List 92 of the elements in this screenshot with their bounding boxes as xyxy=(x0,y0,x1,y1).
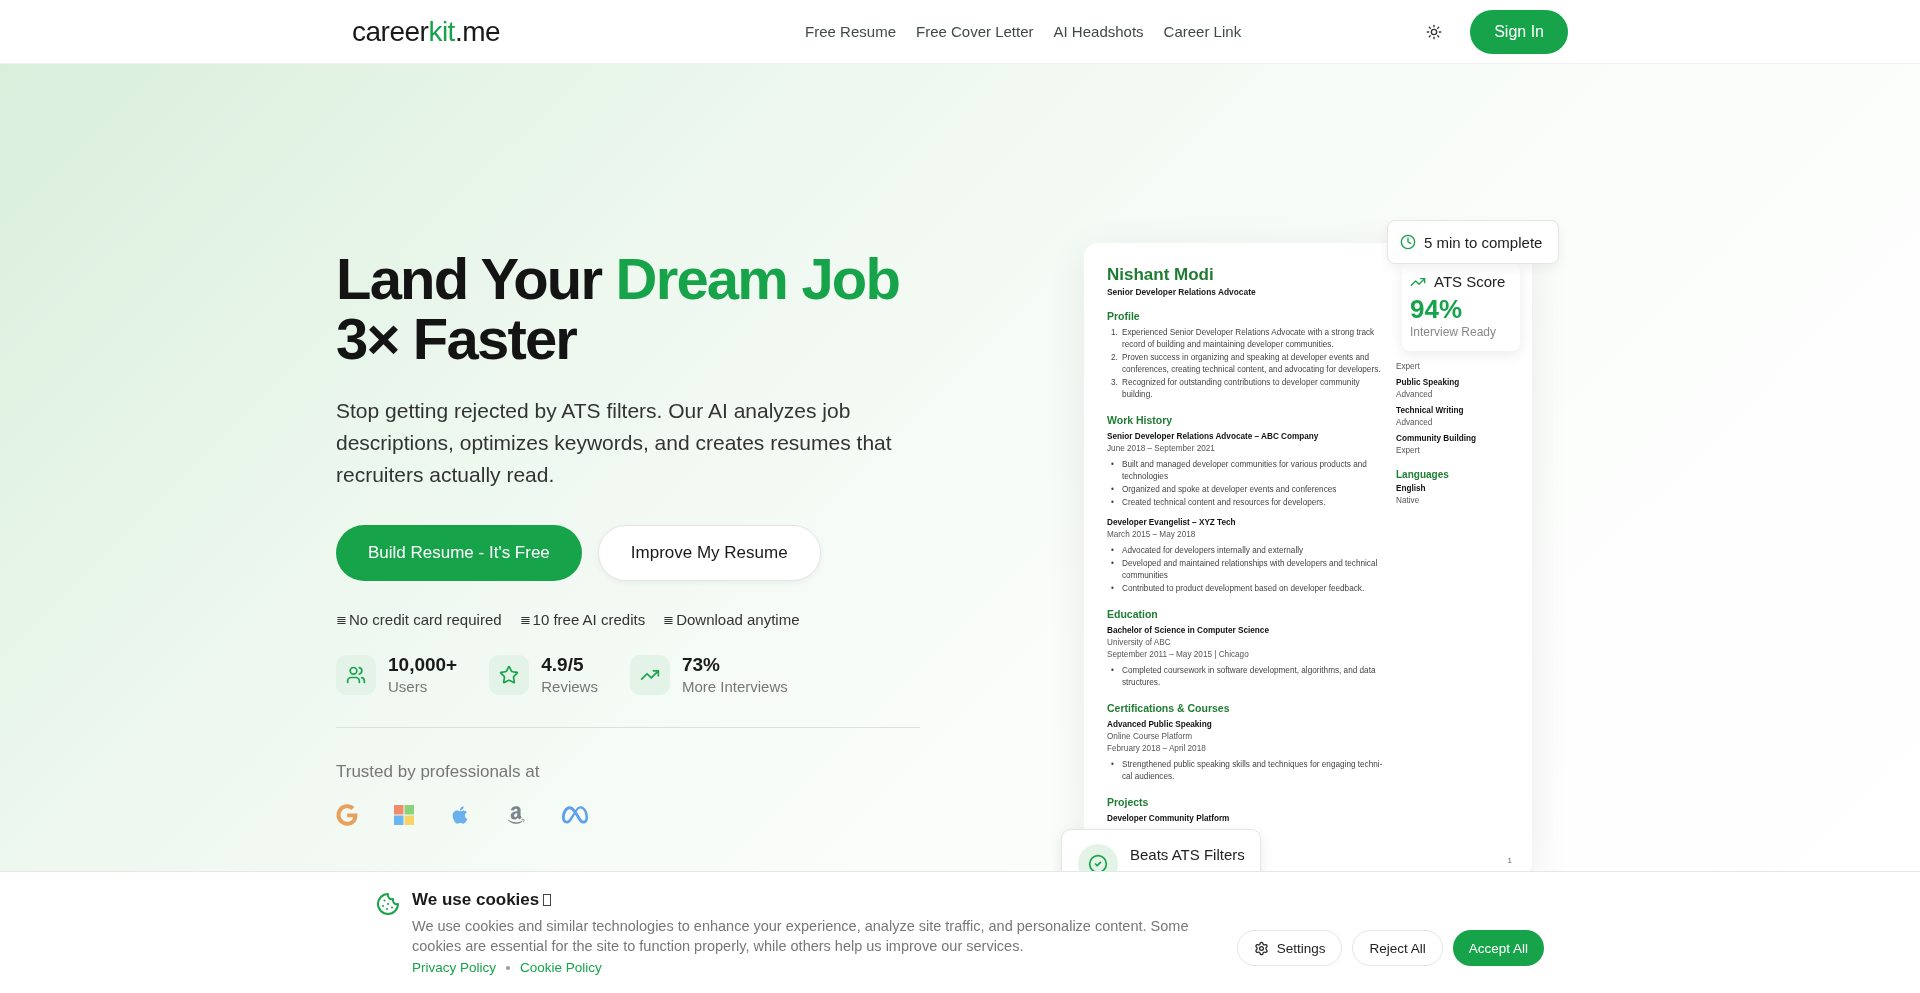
list-glyph: ≣ xyxy=(519,612,531,627)
resume-entry-detail: February 2018 – April 2018 xyxy=(1107,743,1207,755)
users-icon xyxy=(346,664,366,685)
resume-entry-title: Developer Evangelist – XYZ Tech xyxy=(1107,517,1237,529)
resume-entry-detail: September 2011 – May 2015 | Chicago xyxy=(1107,649,1250,661)
time-badge-text: 5 min to complete xyxy=(1424,233,1543,251)
list-number: 3. xyxy=(1111,377,1119,389)
hero-title: Land Your Dream Job 3× Faster xyxy=(336,249,901,369)
ats-score-label: ATS Score xyxy=(1434,273,1506,290)
resume-skill-level: Expert xyxy=(1396,361,1421,373)
resume-skill-name: Technical Writing xyxy=(1396,405,1465,417)
resume-list-item: Experienced Senior Developer Relations Advocate with a strong track record of building and maintaining developer communities. xyxy=(1122,327,1376,351)
perk-text: No credit card required xyxy=(349,611,502,628)
stat-value: 4.9/5 xyxy=(541,654,585,676)
resume-section-heading: Projects xyxy=(1107,796,1150,808)
resume-bullet: Built and managed developer communities for various products and technologies xyxy=(1122,459,1368,483)
stat-label: Reviews xyxy=(541,678,598,695)
resume-section-heading: Work History xyxy=(1107,414,1174,426)
cookie-title: We use cookies xyxy=(412,890,540,910)
list-glyph: ≣ xyxy=(336,612,347,627)
bullet-glyph: • xyxy=(1111,558,1115,570)
resume-entry-detail: University of ABC xyxy=(1107,637,1172,649)
bullet-glyph: • xyxy=(1111,759,1115,771)
resume-skill-level: Native xyxy=(1396,495,1421,507)
resume-skill-name: Community Building xyxy=(1396,433,1478,445)
missing-glyph-icon xyxy=(543,894,552,906)
perk-text: 10 free AI credits xyxy=(532,611,646,628)
nav-link[interactable]: AI Headshots xyxy=(1053,23,1144,40)
page-number: 1 xyxy=(1507,856,1512,865)
resume-bullet: Organized and spoke at developer events and conferences xyxy=(1122,484,1338,496)
bullet-glyph: • xyxy=(1111,497,1115,509)
resume-section-heading: Education xyxy=(1107,608,1159,620)
cookie-text: We use cookies and similar technologies to enhance your experience, analyze site traffic, and personalize content. Some cookies are essential for the site to function properly, while others help us improve our services. xyxy=(412,917,1190,956)
apple-logo-icon xyxy=(450,805,470,825)
resume-skill-level: Advanced xyxy=(1396,389,1434,401)
resume-entry-detail: March 2015 – May 2018 xyxy=(1107,529,1197,541)
stat-value: 73% xyxy=(681,654,721,676)
resume-entry-title: Bachelor of Science in Computer Science xyxy=(1107,625,1270,637)
resume-bullet: Completed coursework in software development, algorithms, and data structures. xyxy=(1122,665,1377,689)
nav-link[interactable]: Free Cover Letter xyxy=(916,23,1034,40)
ats-score-value: 94% xyxy=(1410,294,1464,325)
google-logo-icon xyxy=(336,804,358,826)
stat-label: More Interviews xyxy=(681,678,788,695)
resume-skill-level: Advanced xyxy=(1396,417,1434,429)
clock-icon xyxy=(1400,234,1416,250)
nav-link[interactable]: Career Link xyxy=(1163,23,1242,40)
resume-section-heading: Certifications & Courses xyxy=(1107,702,1231,714)
reject-all-button[interactable]: Reject All xyxy=(1352,930,1443,966)
stat-value: 10,000+ xyxy=(388,654,458,676)
resume-entry-detail: Online Course Platform xyxy=(1107,731,1194,743)
resume-list-item: Recognized for outstanding contributions to developer community building. xyxy=(1122,377,1361,401)
hero-subtitle: Stop getting rejected by ATS filters. Our AI analyzes job descriptions, optimizes keywords, and creates resumes that recruiters actually read. xyxy=(336,398,893,488)
ats-score-caption: Interview Ready xyxy=(1410,325,1498,339)
resume-bullet: Developed and maintained relationships with developers and technical communities xyxy=(1122,558,1379,582)
resume-entry-title: Senior Developer Relations Advocate – ABC Company xyxy=(1107,431,1320,443)
resume-section-heading: Profile xyxy=(1107,310,1141,322)
list-number: 2. xyxy=(1111,352,1119,364)
resume-skill-name: Public Speaking xyxy=(1396,377,1461,389)
resume-entry-title: Advanced Public Speaking xyxy=(1107,719,1213,731)
resume-bullet: Contributed to product development based on developer feedback. xyxy=(1122,583,1366,595)
resume-skill-name: English xyxy=(1396,483,1427,495)
resume-bullet: Advocated for developers internally and externally xyxy=(1122,545,1305,557)
resume-entry-title: Developer Community Platform xyxy=(1107,813,1231,825)
improve-resume-button[interactable]: Improve My Resume xyxy=(597,525,821,581)
cookie-icon xyxy=(376,892,400,916)
resume-entry-detail: June 2018 – September 2021 xyxy=(1107,443,1216,455)
star-icon xyxy=(499,664,520,685)
nav-link[interactable]: Free Resume xyxy=(805,23,896,40)
list-glyph: ≣ xyxy=(663,612,675,627)
bullet-glyph: • xyxy=(1111,484,1115,496)
settings-icon xyxy=(1253,940,1269,956)
resume-name: Nishant Modi xyxy=(1107,265,1215,285)
bullet-glyph: • xyxy=(1111,665,1115,677)
microsoft-logo-icon xyxy=(394,805,414,825)
resume-bullet: Created technical content and resources for developers. xyxy=(1122,497,1327,509)
theme-toggle-sun-icon[interactable] xyxy=(1426,23,1443,40)
resume-side-heading: Languages xyxy=(1396,469,1450,480)
list-number: 1. xyxy=(1111,327,1119,339)
bullet-glyph: • xyxy=(1111,583,1115,595)
logo[interactable]: careerkit.me xyxy=(352,15,501,48)
resume-bullet: Strengthened public speaking skills and techniques for engaging techni-cal audiences. xyxy=(1122,759,1384,783)
beats-ats-text: Beats ATS Filters xyxy=(1130,846,1245,863)
stat-label: Users xyxy=(388,678,429,695)
perk-text: Download anytime xyxy=(676,611,800,628)
resume-job-title: Senior Developer Relations Advocate xyxy=(1107,287,1257,297)
trusted-caption: Trusted by professionals at xyxy=(336,762,541,782)
resume-skill-level: Expert xyxy=(1396,445,1421,457)
resume-list-item: Proven success in organizing and speaking at developer events and conferences, creating technical content, and advocating for developers. xyxy=(1122,352,1382,376)
settings-button[interactable]: Settings xyxy=(1236,930,1343,966)
bullet-glyph: • xyxy=(1111,545,1115,557)
bullet-glyph: • xyxy=(1111,459,1115,471)
amazon-logo-icon xyxy=(506,805,526,825)
